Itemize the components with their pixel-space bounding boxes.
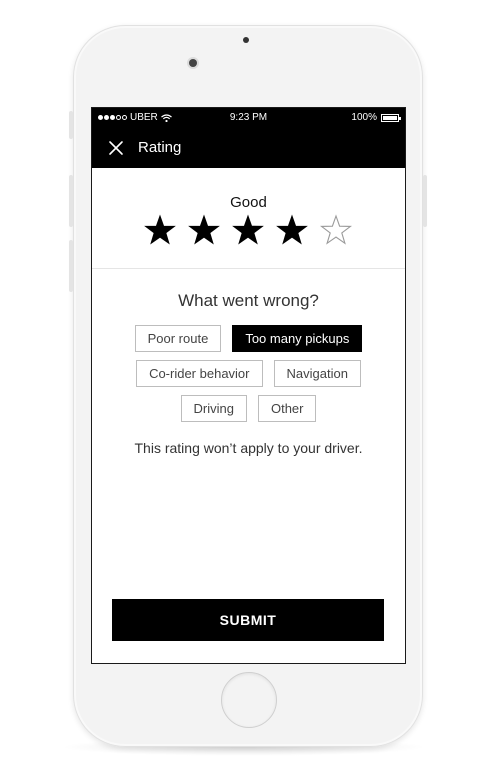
volume-down-button <box>69 240 73 292</box>
feedback-question: What went wrong? <box>178 291 319 310</box>
battery-percent: 100% <box>351 112 377 123</box>
rating-label: Good <box>230 194 267 211</box>
page-title: Rating <box>138 139 182 156</box>
option-navigation[interactable]: Navigation <box>273 360 361 387</box>
home-button[interactable] <box>221 672 277 728</box>
front-camera <box>243 37 249 43</box>
divider <box>92 268 405 269</box>
header-bar: Rating <box>92 128 405 168</box>
star-filled-icon[interactable] <box>144 214 176 246</box>
app-screen: UBER 9:23 PM 100% Rating Good What went … <box>91 107 406 664</box>
power-button <box>423 175 427 227</box>
star-filled-icon[interactable] <box>232 214 264 246</box>
earpiece-sensor <box>189 59 197 67</box>
status-bar: UBER 9:23 PM 100% <box>92 108 405 128</box>
star-empty-icon[interactable] <box>320 214 352 246</box>
feedback-options-row-1: Poor route Too many pickups <box>92 325 405 352</box>
option-poor-route[interactable]: Poor route <box>134 325 222 352</box>
volume-up-button <box>69 175 73 227</box>
star-rating <box>144 214 352 250</box>
feedback-options-row-2: Co-rider behavior Navigation <box>92 360 405 387</box>
option-too-many-pickups[interactable]: Too many pickups <box>232 325 363 352</box>
option-other[interactable]: Other <box>257 395 317 422</box>
mute-switch <box>69 111 73 139</box>
battery-icon <box>381 113 401 122</box>
star-filled-icon[interactable] <box>276 214 308 246</box>
close-icon[interactable] <box>106 138 126 158</box>
option-co-rider-behavior[interactable]: Co-rider behavior <box>136 360 263 387</box>
submit-button[interactable]: SUBMIT <box>112 599 384 641</box>
rating-note: This rating won’t apply to your driver. <box>134 440 363 456</box>
option-driving[interactable]: Driving <box>180 395 247 422</box>
feedback-options-row-3: Driving Other <box>92 395 405 422</box>
star-filled-icon[interactable] <box>188 214 220 246</box>
